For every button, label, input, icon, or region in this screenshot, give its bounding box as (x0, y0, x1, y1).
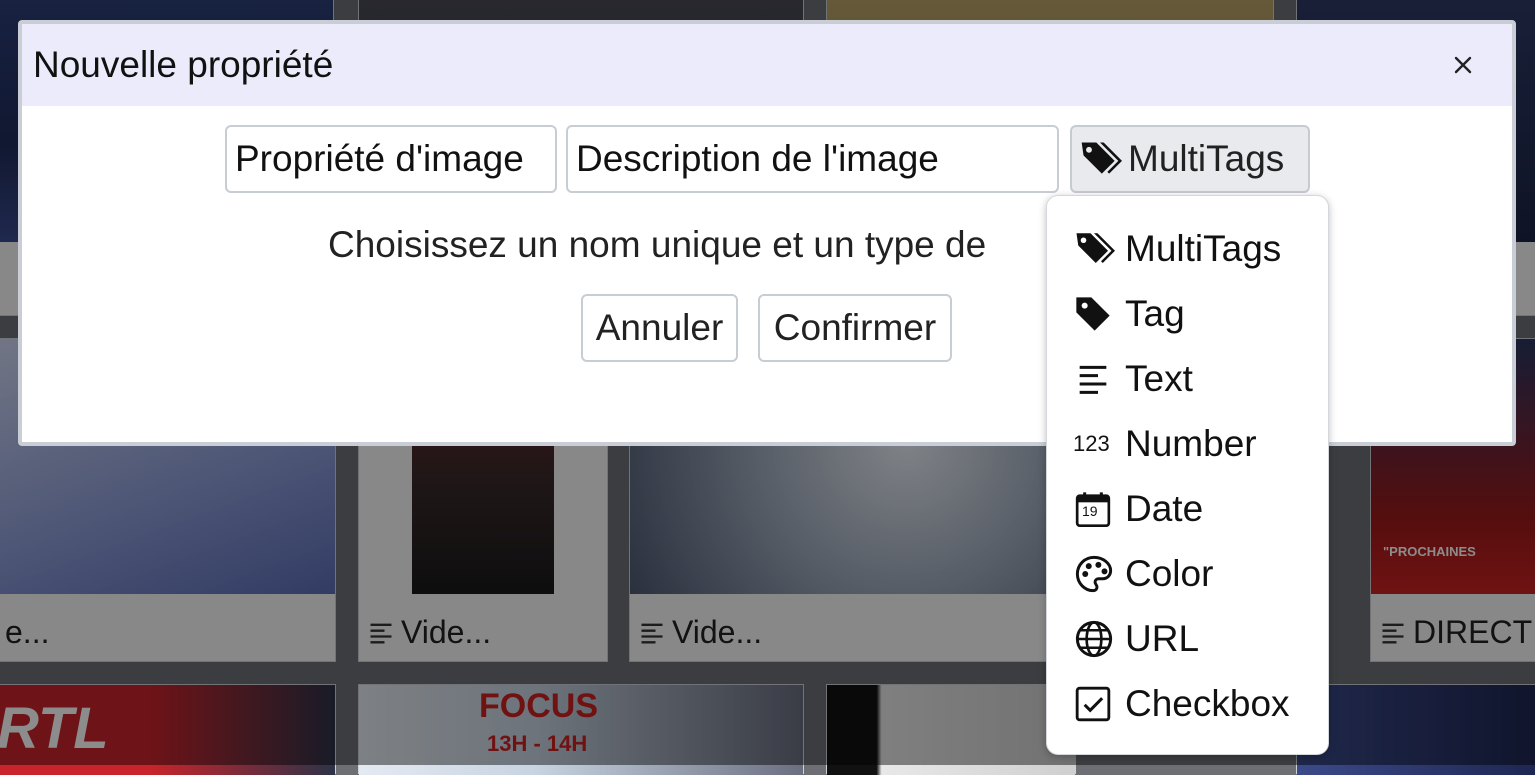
tags-icon (1073, 228, 1115, 270)
menu-item-text[interactable]: Text (1073, 354, 1193, 404)
cancel-button[interactable]: Annuler (581, 294, 738, 362)
modal-title: Nouvelle propriété (33, 44, 334, 85)
close-icon (1454, 56, 1472, 74)
menu-item-tag[interactable]: Tag (1073, 289, 1185, 339)
property-name-input[interactable]: Propriété d'image (225, 125, 557, 193)
menu-item-date[interactable]: 19 Date (1073, 484, 1203, 534)
tags-icon (1081, 142, 1122, 174)
menu-item-number[interactable]: 123 Number (1073, 419, 1257, 469)
menu-item-checkbox[interactable]: Checkbox (1073, 679, 1290, 729)
palette-icon (1073, 553, 1115, 595)
checkbox-icon (1073, 683, 1115, 725)
menu-item-color[interactable]: Color (1073, 549, 1213, 599)
confirm-button[interactable]: Confirmer (758, 294, 952, 362)
globe-icon (1073, 618, 1115, 660)
modal-header: Nouvelle propriété (22, 24, 1512, 106)
number-123-icon: 123 (1073, 431, 1110, 456)
tag-icon (1073, 293, 1115, 335)
text-lines-icon (1073, 358, 1115, 400)
menu-item-url[interactable]: URL (1073, 614, 1199, 664)
close-button[interactable] (1444, 46, 1482, 84)
menu-item-multitags[interactable]: MultiTags (1073, 224, 1281, 274)
calendar-icon: 19 (1073, 488, 1115, 530)
property-type-menu: MultiTags Tag Text 123 Number 19 Date Co… (1046, 195, 1329, 755)
help-text: Choisissez un nom unique et un type de (328, 224, 987, 265)
property-type-dropdown[interactable]: MultiTags (1070, 125, 1310, 193)
property-type-selected: MultiTags (1128, 138, 1285, 179)
property-description-input[interactable]: Description de l'image (566, 125, 1059, 193)
